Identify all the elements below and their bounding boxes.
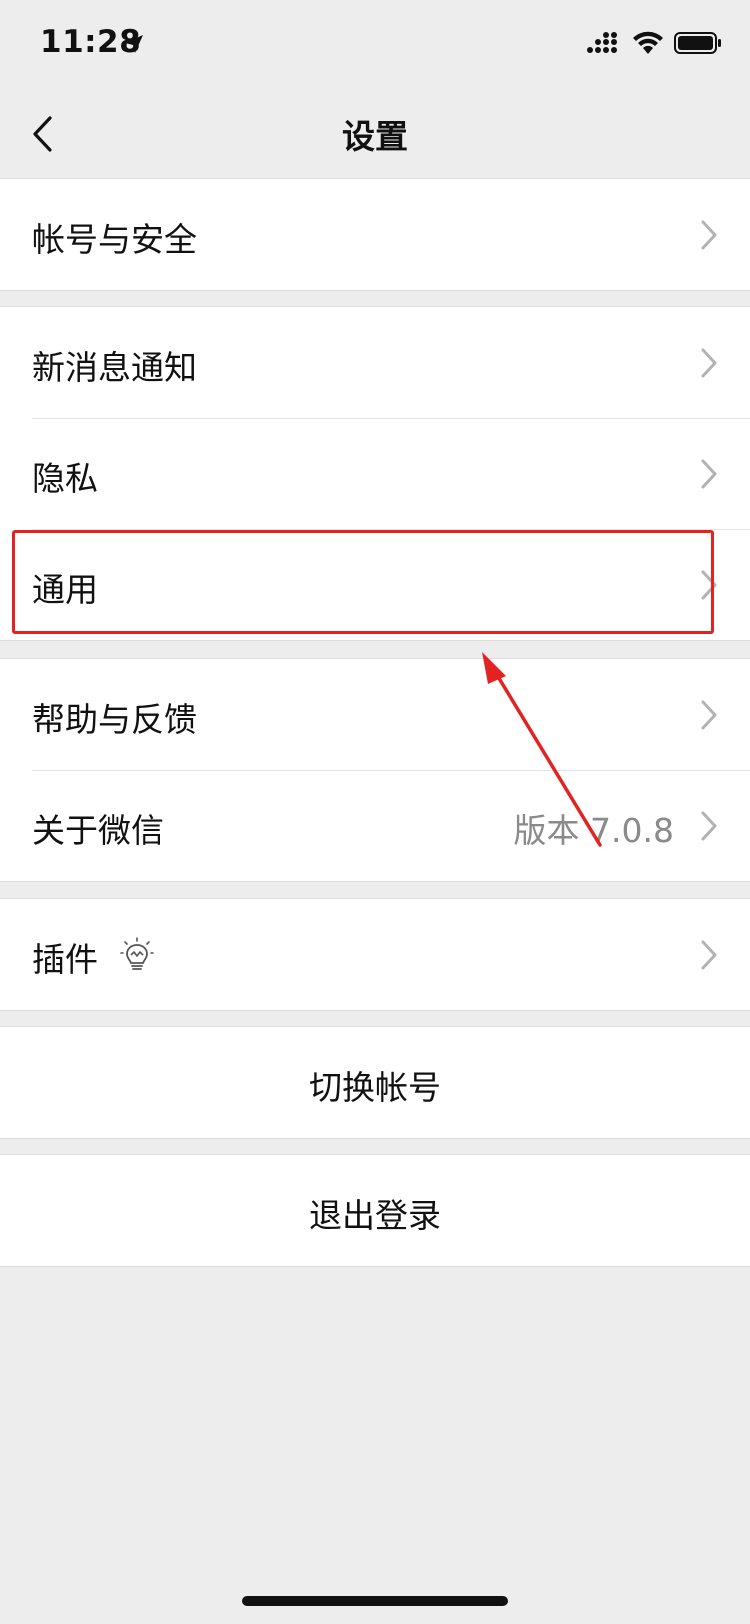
settings-item-label: 隐私 [32, 459, 98, 498]
location-arrow-icon [125, 35, 143, 53]
settings-item-help-feedback[interactable]: 帮助与反馈 [0, 659, 750, 770]
logout-label: 退出登录 [309, 1196, 441, 1235]
settings-group-general: 新消息通知 隐私 通用 [0, 306, 750, 641]
settings-item-general[interactable]: 通用 [0, 529, 750, 640]
settings-item-label: 插件 [32, 940, 98, 979]
settings-item-label: 帮助与反馈 [32, 700, 197, 739]
settings-item-plugins[interactable]: 插件 [0, 899, 750, 1010]
chevron-right-icon [701, 940, 717, 970]
settings-item-about[interactable]: 关于微信 版本 7.0.8 [0, 770, 750, 881]
wifi-icon [633, 31, 663, 54]
switch-account-button[interactable]: 切换帐号 [0, 1027, 750, 1138]
chevron-right-icon [701, 459, 717, 489]
chevron-right-icon [701, 811, 717, 841]
page-title: 设置 [342, 117, 408, 156]
chevron-right-icon [701, 570, 717, 600]
navigation-bar: 设置 [0, 88, 750, 178]
version-value: 版本 7.0.8 [513, 811, 674, 850]
settings-group-plugins: 插件 [0, 898, 750, 1011]
settings-item-notifications[interactable]: 新消息通知 [0, 307, 750, 418]
switch-account-group: 切换帐号 [0, 1026, 750, 1139]
home-indicator[interactable] [242, 1596, 508, 1606]
settings-group-account: 帐号与安全 [0, 178, 750, 291]
battery-icon [674, 32, 721, 54]
settings-item-privacy[interactable]: 隐私 [0, 418, 750, 529]
switch-account-label: 切换帐号 [309, 1068, 441, 1107]
chevron-right-icon [701, 700, 717, 730]
settings-item-label: 通用 [32, 570, 98, 609]
logout-button[interactable]: 退出登录 [0, 1155, 750, 1266]
settings-item-account-security[interactable]: 帐号与安全 [0, 179, 750, 290]
chevron-right-icon [701, 348, 717, 378]
logout-group: 退出登录 [0, 1154, 750, 1267]
settings-item-label: 关于微信 [32, 811, 164, 850]
settings-item-label: 新消息通知 [32, 348, 197, 387]
lightbulb-icon [120, 937, 154, 970]
settings-item-label: 帐号与安全 [32, 220, 197, 259]
cellular-signal-icon [587, 32, 617, 53]
settings-group-help: 帮助与反馈 关于微信 版本 7.0.8 [0, 658, 750, 882]
status-bar: 11:28 [0, 0, 750, 88]
chevron-right-icon [701, 220, 717, 250]
